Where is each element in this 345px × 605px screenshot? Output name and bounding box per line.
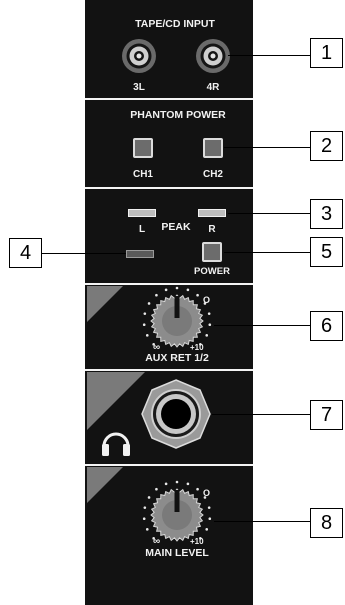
knob-scale-dot — [196, 487, 199, 491]
peak-r-label: R — [208, 224, 216, 235]
knob-scale-dot — [196, 293, 199, 297]
callout-7-leader — [212, 414, 310, 415]
knob-scale-dot — [143, 506, 147, 509]
knob-scale-dot — [175, 286, 179, 290]
knob-scale-dot — [186, 482, 190, 486]
aux-max-label: +10 — [190, 343, 204, 352]
section-corner-mark — [87, 372, 145, 430]
headphones-icon — [102, 432, 130, 456]
ch1-label: CH1 — [132, 169, 154, 180]
knob-pointer — [174, 490, 180, 512]
callout-6: 6 — [310, 311, 343, 341]
knob-scale-dot — [142, 323, 146, 326]
knob-scale-dot — [207, 312, 211, 315]
rca-jack-left-icon[interactable] — [120, 37, 158, 75]
callout-4: 4 — [9, 238, 42, 268]
knob-scale-dot — [164, 482, 168, 486]
main-min-label: ∞ — [153, 536, 161, 547]
rca-jack-right-icon[interactable] — [194, 37, 232, 75]
knob-pointer — [174, 296, 180, 318]
knob-scale-dot — [205, 528, 209, 531]
phantom-power-title: PHANTOM POWER — [130, 109, 226, 121]
knob-scale-dot — [207, 506, 211, 509]
knob-scale-dot — [145, 528, 149, 531]
callout-8-leader — [214, 521, 310, 522]
section-divider — [85, 464, 253, 466]
callout-2-leader — [224, 147, 310, 148]
knob-scale-dot — [155, 487, 158, 491]
section-divider — [85, 369, 253, 371]
callout-6-leader — [214, 325, 310, 326]
ch2-label: CH2 — [202, 169, 224, 180]
callout-1: 1 — [310, 38, 343, 68]
main-zero-label: O — [203, 488, 211, 498]
aux-zero-label: O — [203, 295, 211, 305]
knob-scale-dot — [147, 302, 151, 305]
peak-right-led — [198, 209, 226, 217]
knob-scale-dot — [142, 517, 146, 520]
callout-5: 5 — [310, 237, 343, 267]
callout-5-leader — [224, 252, 310, 253]
knob-scale-dot — [147, 496, 151, 499]
peak-title: PEAK — [161, 221, 191, 233]
section-divider — [85, 98, 253, 100]
knob-scale-dot — [205, 334, 209, 337]
callout-3-leader — [228, 213, 310, 214]
knob-scale-dot — [143, 312, 147, 315]
peak-l-label: L — [138, 224, 146, 235]
aux-return-label: AUX RET 1/2 — [145, 352, 209, 364]
section-divider — [85, 187, 253, 189]
callout-2: 2 — [310, 131, 343, 161]
input-3l-label: 3L — [133, 82, 145, 93]
phantom-power-ch1-button[interactable] — [133, 138, 153, 158]
knob-scale-dot — [208, 323, 212, 326]
headphone-jack-icon[interactable] — [140, 378, 212, 450]
knob-scale-dot — [208, 517, 212, 520]
knob-scale-dot — [155, 293, 158, 297]
knob-scale-dot — [186, 288, 190, 292]
main-max-label: +10 — [190, 537, 204, 546]
section-corner-mark — [87, 467, 123, 503]
tape-cd-input-title: TAPE/CD INPUT — [135, 18, 215, 30]
callout-4-leader — [42, 253, 126, 254]
knob-scale-dot — [164, 288, 168, 292]
callout-8: 8 — [310, 508, 343, 538]
knob-scale-dot — [175, 480, 179, 484]
callout-7: 7 — [310, 400, 343, 430]
power-button[interactable] — [202, 242, 222, 262]
power-led — [126, 250, 154, 258]
input-4r-label: 4R — [206, 82, 220, 93]
callout-1-leader — [228, 55, 310, 56]
main-level-label: MAIN LEVEL — [145, 547, 209, 559]
callout-3: 3 — [310, 199, 343, 229]
knob-scale-dot — [145, 334, 149, 337]
section-corner-mark — [87, 286, 123, 322]
peak-left-led — [128, 209, 156, 217]
phantom-power-ch2-button[interactable] — [203, 138, 223, 158]
power-label: POWER — [194, 266, 230, 277]
